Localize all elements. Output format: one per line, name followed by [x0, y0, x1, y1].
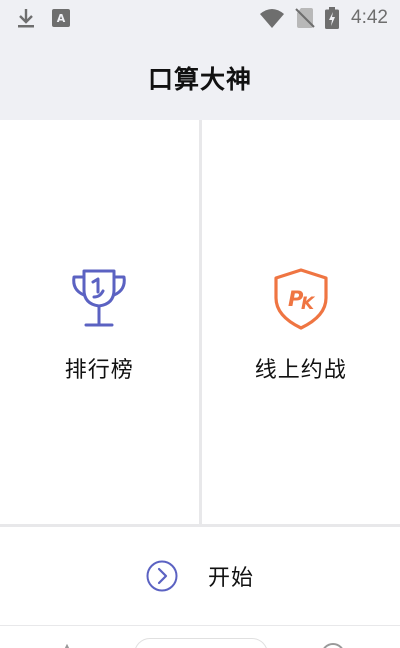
- leaderboard-panel[interactable]: 排行榜: [0, 120, 199, 524]
- status-time: 4:42: [351, 7, 388, 28]
- page-title: 口算大神: [147, 65, 252, 94]
- nav-center-pill[interactable]: [134, 638, 268, 648]
- app-screen: A 4:42 口算大神 排行榜 P K 线上约战 开始: [0, 0, 400, 648]
- feature-panels: 排行榜 P K 线上约战: [0, 120, 400, 527]
- start-button[interactable]: 开始: [0, 527, 400, 625]
- online-battle-label: 线上约战: [254, 358, 347, 383]
- status-bar: A 4:42: [0, 0, 400, 36]
- nav-left-icon[interactable]: [58, 642, 76, 648]
- download-icon: [18, 9, 34, 28]
- online-battle-panel[interactable]: P K 线上约战: [202, 120, 400, 524]
- trophy-icon: [72, 269, 127, 327]
- svg-text:K: K: [301, 294, 316, 314]
- no-sim-icon: [295, 8, 315, 28]
- keyboard-a-icon: A: [52, 9, 70, 27]
- start-label: 开始: [207, 566, 254, 591]
- chevron-right-circle-icon: [146, 560, 178, 592]
- svg-text:A: A: [57, 12, 66, 25]
- wifi-icon: [260, 9, 285, 28]
- title-bar: 口算大神: [0, 36, 400, 120]
- battery-charging-icon: [325, 7, 340, 29]
- pk-shield-icon: P K: [274, 268, 328, 330]
- leaderboard-label: 排行榜: [64, 358, 134, 383]
- nav-right-icon[interactable]: [320, 642, 346, 648]
- bottom-nav: [0, 625, 400, 648]
